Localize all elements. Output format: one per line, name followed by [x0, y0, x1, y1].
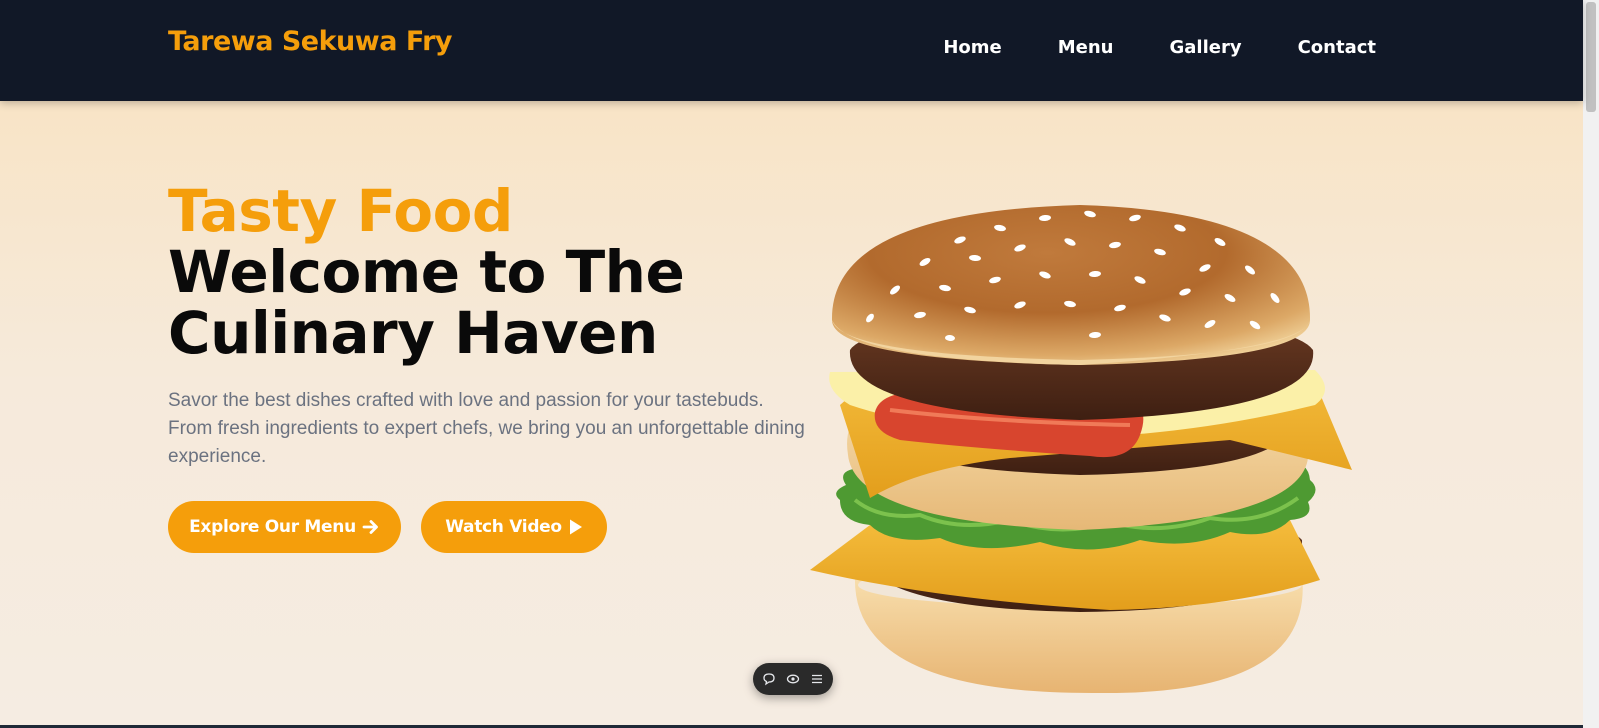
menu-icon[interactable]	[809, 671, 825, 687]
headline-accent: Tasty Food	[168, 177, 513, 245]
hero-description: Savor the best dishes crafted with love …	[168, 390, 805, 467]
burger-image	[810, 205, 1352, 694]
floating-toolbar	[753, 663, 833, 695]
nav-gallery-link[interactable]: Gallery	[1169, 37, 1241, 58]
scrollbar-thumb[interactable]	[1586, 2, 1596, 112]
page-scrollbar[interactable]	[1583, 0, 1599, 728]
arrow-right-icon	[362, 518, 380, 536]
watch-video-button[interactable]: Watch Video	[421, 501, 607, 553]
main-nav: Home Menu Gallery Contact	[943, 37, 1376, 58]
nav-menu-link[interactable]: Menu	[1058, 37, 1114, 58]
watch-video-label: Watch Video	[445, 517, 562, 537]
play-icon	[568, 518, 583, 536]
comment-icon[interactable]	[761, 671, 777, 687]
eye-icon[interactable]	[785, 671, 801, 687]
site-header: Tarewa Sekuwa Fry Home Menu Gallery Cont…	[0, 0, 1583, 101]
hero-headline: Tasty Food Welcome to The Culinary Haven	[168, 181, 808, 364]
explore-menu-button[interactable]: Explore Our Menu	[168, 501, 401, 553]
headline-text: Welcome to The Culinary Haven	[168, 238, 685, 367]
brand-logo[interactable]: Tarewa Sekuwa Fry	[168, 26, 452, 57]
nav-contact-link[interactable]: Contact	[1298, 37, 1376, 58]
explore-menu-label: Explore Our Menu	[189, 517, 356, 537]
nav-home-link[interactable]: Home	[943, 37, 1001, 58]
